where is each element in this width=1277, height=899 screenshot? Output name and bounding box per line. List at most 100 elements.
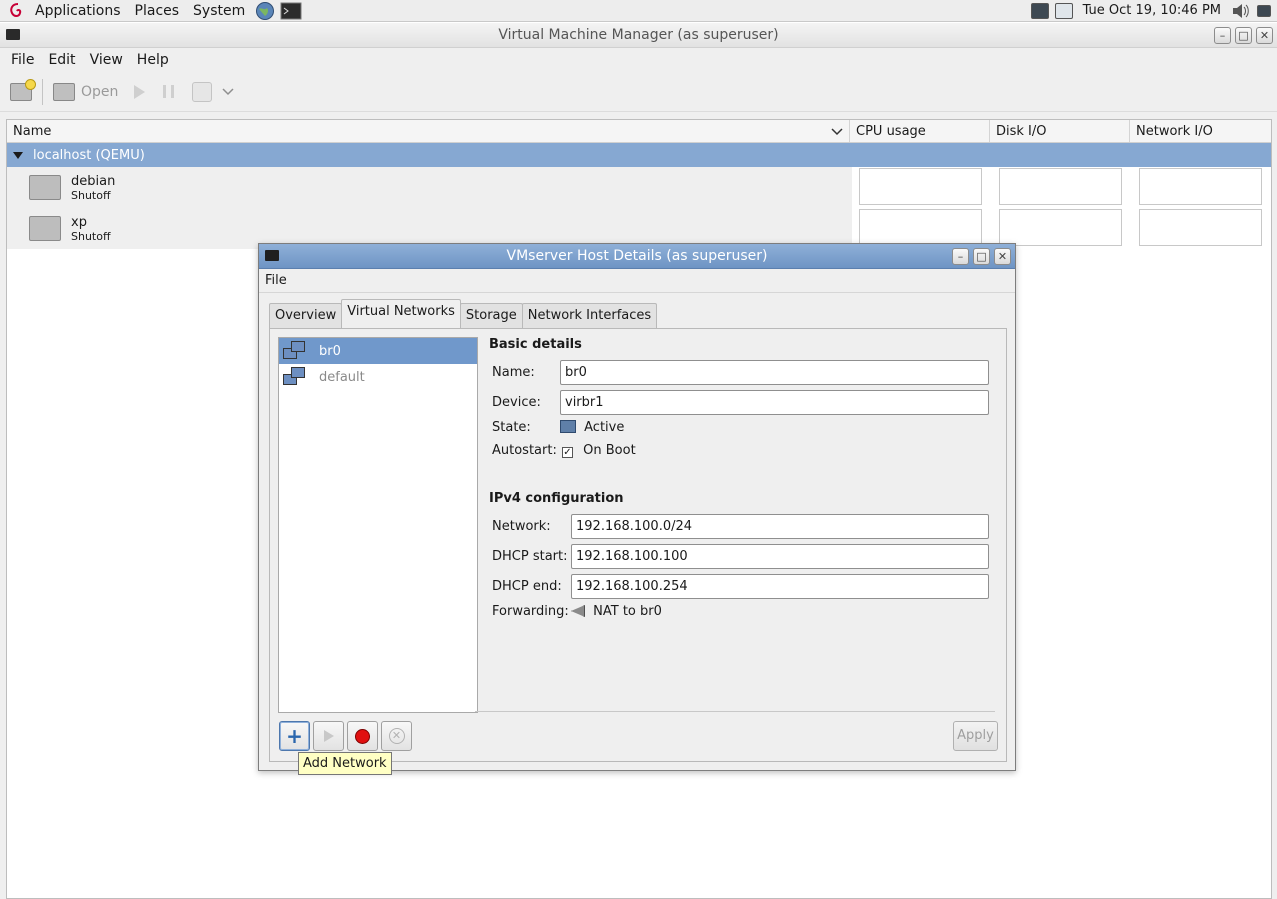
dhcp-end-field[interactable]: 192.168.100.254: [571, 574, 989, 599]
basic-details-title: Basic details: [489, 337, 582, 352]
network-item-label: default: [319, 369, 365, 385]
minimize-button[interactable]: –: [1214, 27, 1231, 44]
delete-network-button[interactable]: ✕: [381, 721, 412, 751]
minimize-button[interactable]: –: [952, 248, 969, 265]
vm-monitor-icon: [29, 216, 61, 241]
panel-tray: Tue Oct 19, 10:46 PM: [1030, 2, 1277, 20]
host-group-row[interactable]: localhost (QEMU): [7, 143, 1271, 167]
tab-virtual-networks[interactable]: Virtual Networks: [341, 299, 461, 328]
column-name-label: Name: [13, 124, 52, 139]
cpu-graph-debian: [859, 168, 982, 205]
column-disk-io[interactable]: Disk I/O: [990, 120, 1130, 142]
vm-row-debian[interactable]: debian Shutoff: [7, 167, 852, 208]
host-details-dialog: VMserver Host Details (as superuser) – □…: [258, 243, 1016, 771]
window-menu-icon[interactable]: [6, 29, 20, 40]
debian-logo-icon: [10, 2, 22, 17]
network-item-default[interactable]: default: [279, 364, 477, 390]
column-name[interactable]: Name: [7, 120, 850, 142]
chevron-down-icon[interactable]: [831, 127, 843, 137]
main-titlebar[interactable]: Virtual Machine Manager (as superuser) –…: [0, 23, 1277, 48]
maximize-button[interactable]: □: [973, 248, 990, 265]
clock[interactable]: Tue Oct 19, 10:46 PM: [1079, 3, 1225, 18]
disk-graph-xp: [999, 209, 1122, 246]
toolbar-separator: [42, 78, 43, 105]
terminal-icon[interactable]: [280, 2, 302, 20]
stop-icon: [355, 728, 370, 744]
shutdown-dropdown-button[interactable]: [222, 87, 234, 97]
pause-button[interactable]: [155, 85, 182, 98]
applications-menu[interactable]: Applications: [28, 0, 128, 22]
forwarding-value-wrap: NAT to br0: [571, 604, 662, 619]
state-label: State:: [492, 420, 531, 435]
new-vm-icon: [10, 78, 36, 101]
main-menubar: File Edit View Help: [0, 48, 1277, 72]
checkbox-check-icon: ✓: [562, 447, 573, 458]
disk-graph-debian: [999, 168, 1122, 205]
tab-storage[interactable]: Storage: [459, 303, 523, 328]
menu-edit[interactable]: Edit: [41, 52, 82, 68]
web-browser-icon[interactable]: [254, 1, 276, 21]
pause-icon: [163, 85, 175, 98]
forwarding-value: NAT to br0: [593, 604, 662, 619]
network-item-label: br0: [319, 343, 341, 359]
add-network-button[interactable]: +: [279, 721, 310, 751]
dialog-tabs: Overview Virtual Networks Storage Networ…: [269, 299, 658, 328]
dialog-titlebar[interactable]: VMserver Host Details (as superuser) – □…: [259, 244, 1015, 269]
autostart-label: Autostart:: [492, 443, 557, 458]
start-network-button[interactable]: [313, 721, 344, 751]
name-label: Name:: [492, 365, 535, 380]
system-menu[interactable]: System: [186, 0, 252, 22]
forwarding-label: Forwarding:: [492, 604, 569, 619]
device-label: Device:: [492, 395, 541, 410]
vm-status: Shutoff: [71, 188, 111, 202]
run-button[interactable]: [128, 84, 146, 99]
add-network-tooltip: Add Network: [298, 752, 392, 775]
vm-text: xp Shutoff: [71, 215, 111, 243]
volume-icon[interactable]: [1231, 2, 1251, 20]
expander-icon[interactable]: [13, 151, 23, 159]
open-button[interactable]: Open: [53, 82, 119, 101]
shutdown-button[interactable]: [192, 81, 213, 102]
tab-overview[interactable]: Overview: [269, 303, 343, 328]
vm-manager-tray-icon[interactable]: [1257, 4, 1271, 17]
autostart-checkbox[interactable]: ✓ On Boot: [562, 443, 636, 458]
play-icon: [134, 84, 146, 99]
name-field[interactable]: br0: [560, 360, 989, 385]
network-item-br0[interactable]: br0: [279, 338, 477, 364]
menu-file[interactable]: File: [4, 52, 41, 68]
panel-separator: [475, 711, 995, 712]
main-toolbar: Open: [0, 72, 1277, 112]
open-label: Open: [81, 83, 119, 100]
column-cpu-usage[interactable]: CPU usage: [850, 120, 990, 142]
maximize-button[interactable]: □: [1235, 27, 1252, 44]
plus-icon: +: [286, 724, 303, 748]
dhcp-start-field[interactable]: 192.168.100.100: [571, 544, 989, 569]
column-network-io[interactable]: Network I/O: [1130, 120, 1271, 142]
network-graph-debian: [1139, 168, 1262, 205]
network-list[interactable]: br0 default: [278, 337, 478, 713]
network-monitor-icon[interactable]: [1030, 2, 1049, 19]
new-vm-button[interactable]: [10, 78, 36, 101]
network-address-field[interactable]: 192.168.100.0/24: [571, 514, 989, 539]
device-field[interactable]: virbr1: [560, 390, 989, 415]
places-menu[interactable]: Places: [128, 0, 187, 22]
network-graph-xp: [1139, 209, 1262, 246]
dhcp-end-label: DHCP end:: [492, 579, 562, 594]
active-state-icon: [560, 420, 576, 433]
tab-network-interfaces[interactable]: Network Interfaces: [521, 303, 658, 328]
state-value-wrap: Active: [560, 420, 624, 435]
close-button[interactable]: ✕: [994, 248, 1011, 265]
dialog-menu-file[interactable]: File: [265, 273, 287, 288]
host-group-label: localhost (QEMU): [33, 147, 145, 163]
dhcp-start-label: DHCP start:: [492, 549, 568, 564]
menu-help[interactable]: Help: [130, 52, 176, 68]
window-menu-icon[interactable]: [265, 250, 279, 261]
top-panel: Applications Places System Tue Oct 19, 1…: [0, 0, 1277, 22]
menu-view[interactable]: View: [83, 52, 130, 68]
close-button[interactable]: ✕: [1256, 27, 1273, 44]
monitor-icon: [53, 82, 75, 101]
apply-button[interactable]: Apply: [953, 721, 998, 751]
dialog-title: VMserver Host Details (as superuser): [506, 248, 768, 264]
display-icon[interactable]: [1054, 2, 1073, 19]
stop-network-button[interactable]: [347, 721, 378, 751]
